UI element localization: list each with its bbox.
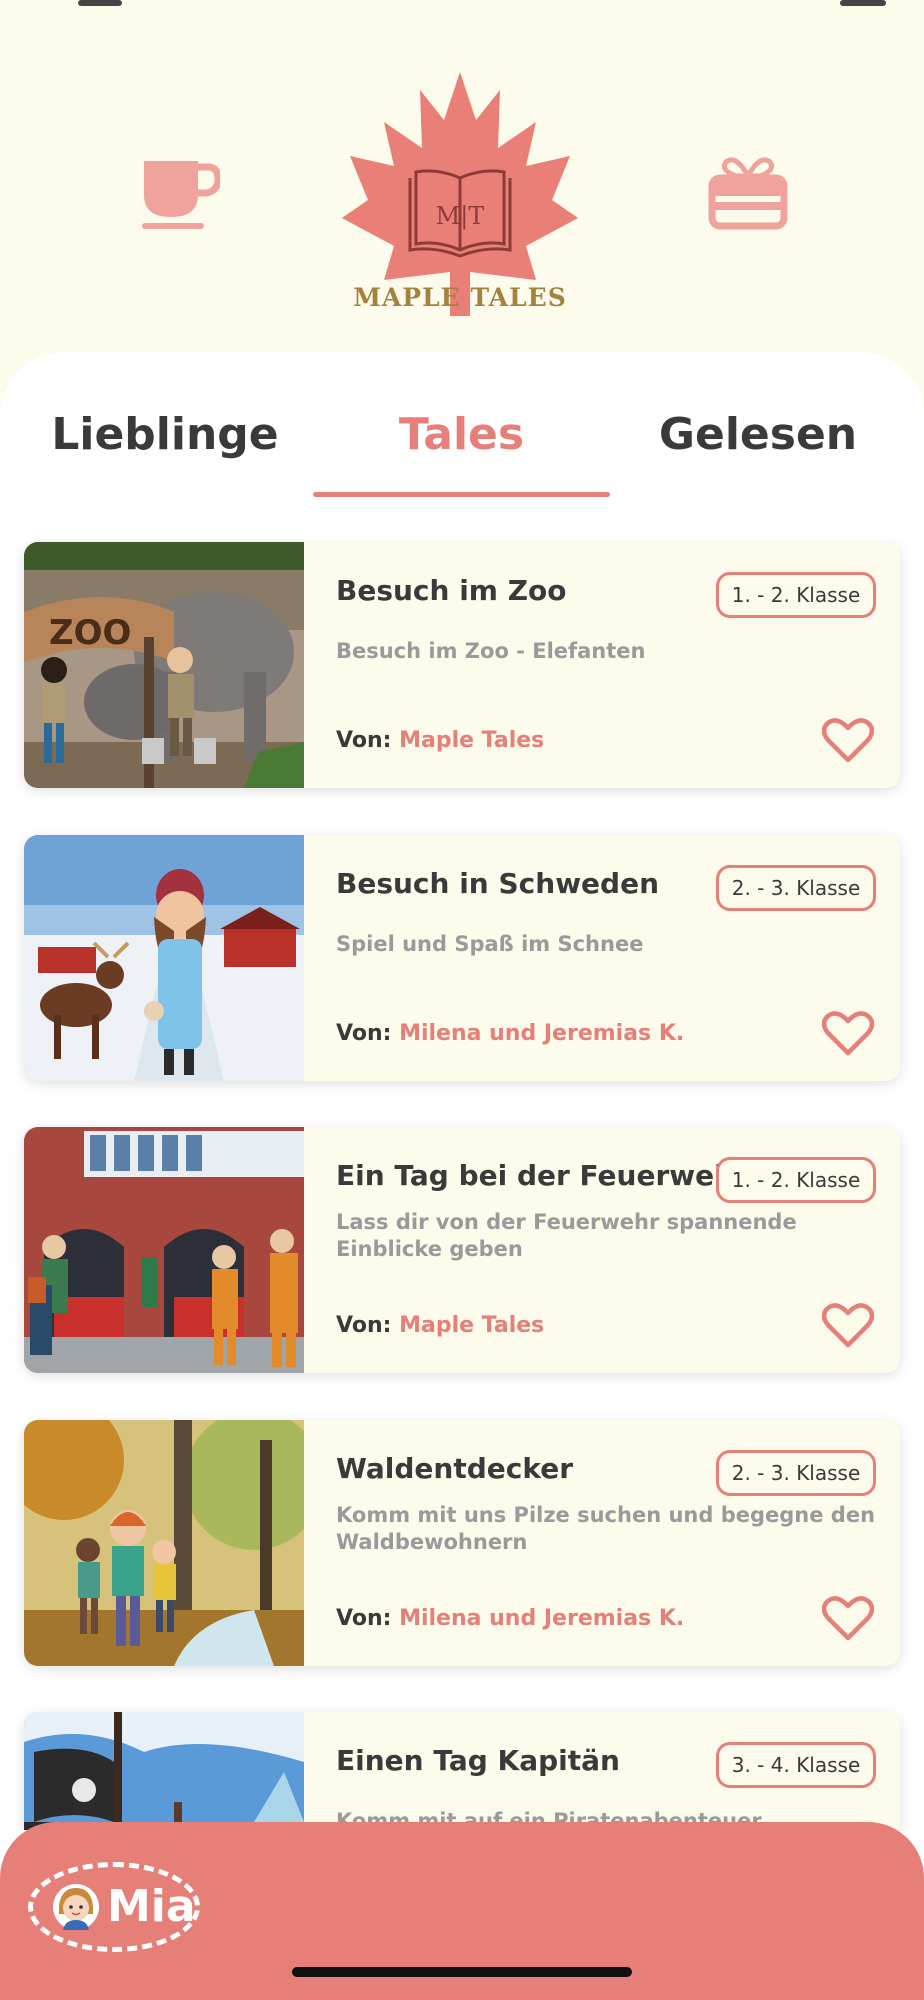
svg-text:M|T: M|T (436, 202, 485, 231)
favorite-heart-icon[interactable] (821, 1303, 875, 1349)
gift-icon[interactable] (706, 152, 790, 234)
favorite-heart-icon[interactable] (821, 1011, 875, 1057)
tab-bar: Lieblinge Tales Gelesen (0, 405, 924, 495)
story-card[interactable]: Ein Tag bei der Feuerwehr 1. - 2. Klasse… (24, 1127, 900, 1373)
maple-tales-logo: M|T MAPLE TALES (330, 68, 590, 318)
story-author: Von: Milena und Jeremias K. (336, 1606, 684, 1631)
story-title: Ein Tag bei der Feuerwehr (336, 1159, 748, 1192)
active-tab-indicator (313, 492, 610, 497)
story-author: Von: Milena und Jeremias K. (336, 1021, 684, 1046)
grade-badge: 1. - 2. Klasse (716, 572, 876, 618)
story-list[interactable]: ZOO Besuch im Zoo 1. - 2. Klasse Besuch … (0, 540, 924, 1830)
grade-badge: 2. - 3. Klasse (716, 1450, 876, 1496)
author-name[interactable]: Maple Tales (399, 728, 544, 753)
story-card[interactable]: Waldentdecker 2. - 3. Klasse Komm mit un… (24, 1420, 900, 1666)
logo-wordmark: MAPLE TALES (353, 283, 567, 312)
author-prefix: Von: (336, 1606, 392, 1631)
tab-tales[interactable]: Tales (313, 405, 610, 495)
author-prefix: Von: (336, 728, 392, 753)
profile-button[interactable]: Mia (28, 1862, 200, 1952)
grade-badge: 1. - 2. Klasse (716, 1157, 876, 1203)
author-prefix: Von: (336, 1313, 392, 1338)
story-thumbnail-forest (24, 1420, 304, 1666)
author-prefix: Von: (336, 1021, 392, 1046)
story-card[interactable]: Einen Tag Kapitän 3. - 4. Klasse Komm mi… (24, 1712, 900, 1830)
story-subtitle: Lass dir von der Feuerwehr spannende Ein… (336, 1210, 797, 1261)
tab-lieblinge[interactable]: Lieblinge (40, 405, 290, 495)
profile-name: Mia (107, 1881, 196, 1932)
story-thumbnail-zoo: ZOO (24, 542, 304, 788)
story-author: Von: Maple Tales (336, 728, 544, 753)
story-thumbnail-fire-station (24, 1127, 304, 1373)
story-subtitle: Spiel und Spaß im Schnee (336, 932, 644, 956)
story-title: Einen Tag Kapitän (336, 1744, 620, 1777)
story-title: Waldentdecker (336, 1452, 574, 1485)
zoo-sign-text: ZOO (49, 613, 131, 653)
story-card[interactable]: Besuch in Schweden 2. - 3. Klasse Spiel … (24, 835, 900, 1081)
app-header: M|T MAPLE TALES (0, 0, 924, 360)
favorite-heart-icon[interactable] (821, 1596, 875, 1642)
story-subtitle: Komm mit uns Pilze suchen und begegne de… (336, 1503, 876, 1554)
author-name[interactable]: Milena und Jeremias K. (399, 1606, 684, 1631)
story-author: Von: Maple Tales (336, 1313, 544, 1338)
author-name[interactable]: Maple Tales (399, 1313, 544, 1338)
child-avatar-icon (53, 1884, 99, 1930)
tab-gelesen[interactable]: Gelesen (630, 405, 886, 495)
story-thumbnail-pirate-ship (24, 1712, 304, 1830)
home-indicator[interactable] (292, 1967, 632, 1977)
grade-badge: 2. - 3. Klasse (716, 865, 876, 911)
story-card[interactable]: ZOO Besuch im Zoo 1. - 2. Klasse Besuch … (24, 542, 900, 788)
story-title: Besuch in Schweden (336, 867, 660, 900)
coffee-cup-icon[interactable] (138, 155, 222, 235)
favorite-heart-icon[interactable] (821, 718, 875, 764)
author-name[interactable]: Milena und Jeremias K. (399, 1021, 684, 1046)
story-title: Besuch im Zoo (336, 574, 567, 607)
story-subtitle: Besuch im Zoo - Elefanten (336, 639, 646, 663)
grade-badge: 3. - 4. Klasse (716, 1742, 876, 1788)
story-thumbnail-sweden (24, 835, 304, 1081)
